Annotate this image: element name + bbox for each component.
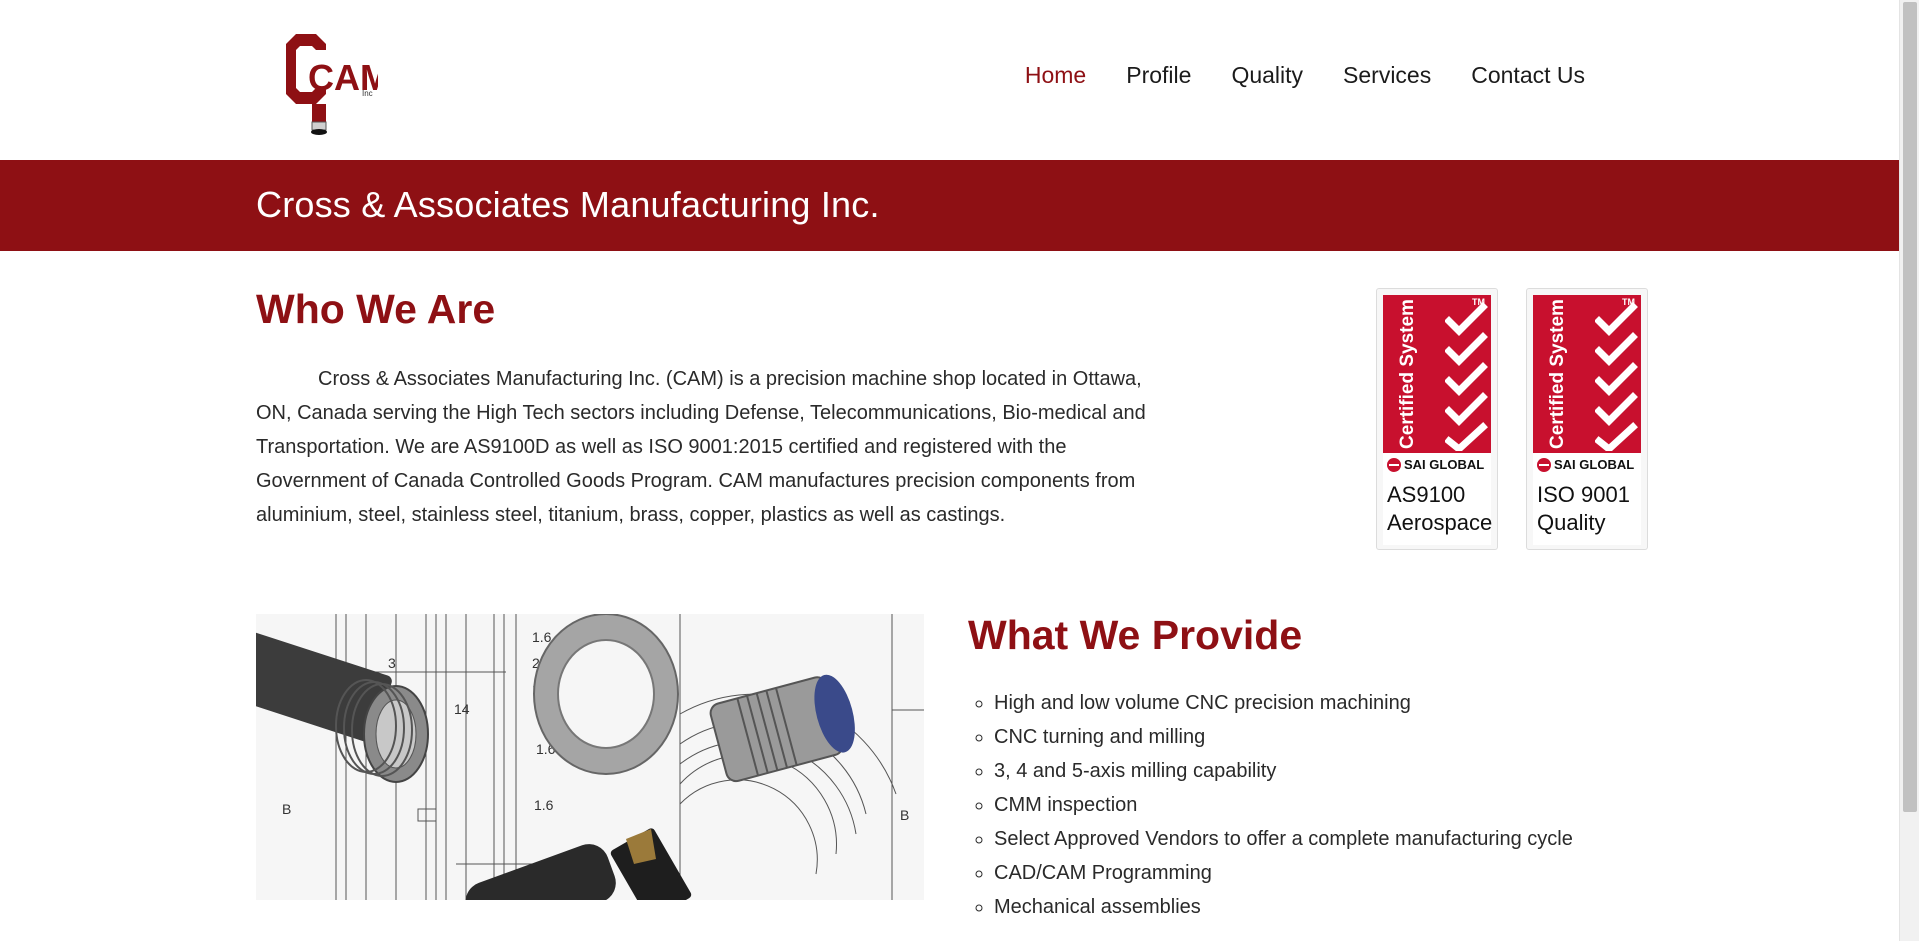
badge-standard-line1: ISO 9001 — [1537, 482, 1630, 507]
badge-standard-line1: AS9100 — [1387, 482, 1466, 507]
checkmarks-icon — [1445, 302, 1488, 451]
sai-global-text: SAI GLOBAL — [1554, 457, 1635, 472]
checkmarks-icon — [1595, 302, 1638, 451]
site-header: CAM Inc Home Profile Quality Services Co… — [0, 0, 1899, 160]
drawing-label: 1.6 — [532, 629, 552, 645]
sai-global-brand: SAI GLOBAL — [1387, 457, 1484, 472]
machined-parts-image: 3 14 1.6 2. 1. 1.6 1.6 B B — [256, 614, 924, 900]
badge-standard: AS9100 Aerospace — [1387, 481, 1492, 537]
drawing-label: B — [282, 801, 291, 817]
nav-profile[interactable]: Profile — [1126, 62, 1191, 89]
machined-parts-illustration: 3 14 1.6 2. 1. 1.6 1.6 B B — [256, 614, 924, 900]
badge-red-panel: Certified System TM — [1383, 295, 1491, 453]
badge-standard-line2: Quality — [1537, 510, 1606, 535]
drawing-label: B — [900, 807, 909, 823]
drawing-label: 3 — [388, 655, 396, 671]
title-banner: Cross & Associates Manufacturing Inc. — [0, 160, 1899, 251]
list-item: CNC turning and milling — [994, 720, 1573, 754]
as9100-certification-badge[interactable]: Certified System TM SAI GLOBAL AS9100 Ae… — [1376, 288, 1498, 550]
cam-logo[interactable]: CAM Inc — [282, 28, 390, 136]
nav-services[interactable]: Services — [1343, 62, 1431, 89]
nav-contact-us[interactable]: Contact Us — [1471, 62, 1585, 89]
nav-quality[interactable]: Quality — [1231, 62, 1303, 89]
badge-label-panel: SAI GLOBAL AS9100 Aerospace — [1383, 453, 1492, 545]
banner-title: Cross & Associates Manufacturing Inc. — [256, 184, 880, 225]
nav-home[interactable]: Home — [1025, 62, 1086, 89]
badge-standard-line2: Aerospace — [1387, 510, 1493, 535]
drawing-label: 14 — [454, 701, 470, 717]
vertical-scrollbar[interactable] — [1899, 0, 1919, 941]
badge-certified-text: Certified System — [1547, 299, 1568, 449]
sai-global-icon — [1387, 457, 1401, 472]
main-nav: Home Profile Quality Services Contact Us — [1025, 62, 1585, 89]
list-item: Select Approved Vendors to offer a compl… — [994, 822, 1573, 856]
drawing-label: 1.6 — [534, 797, 554, 813]
cam-logo-graphic: CAM Inc — [286, 34, 390, 135]
who-we-are-paragraph: Cross & Associates Manufacturing Inc. (C… — [256, 368, 1146, 526]
badge-certified-text: Certified System — [1397, 299, 1418, 449]
logo-sub-text: Inc — [362, 89, 373, 98]
who-we-are-heading: Who We Are — [256, 286, 496, 332]
services-list: High and low volume CNC precision machin… — [968, 686, 1573, 924]
list-item: Mechanical assemblies — [994, 890, 1573, 924]
scrollbar-thumb[interactable] — [1903, 2, 1917, 812]
badge-red-panel: Certified System TM — [1533, 295, 1641, 453]
sai-global-text: SAI GLOBAL — [1404, 457, 1485, 472]
list-item: High and low volume CNC precision machin… — [994, 686, 1573, 720]
list-item: 3, 4 and 5-axis milling capability — [994, 754, 1573, 788]
list-item: CAD/CAM Programming — [994, 856, 1573, 890]
iso9001-certification-badge[interactable]: Certified System TM SAI GLOBAL ISO 9001 … — [1526, 288, 1648, 550]
badge-standard: ISO 9001 Quality — [1537, 481, 1630, 537]
what-we-provide-heading: What We Provide — [968, 612, 1303, 658]
list-item: CMM inspection — [994, 788, 1573, 822]
badge-label-panel: SAI GLOBAL ISO 9001 Quality — [1533, 453, 1641, 545]
sai-global-icon — [1537, 457, 1551, 472]
sai-global-brand: SAI GLOBAL — [1537, 457, 1634, 472]
